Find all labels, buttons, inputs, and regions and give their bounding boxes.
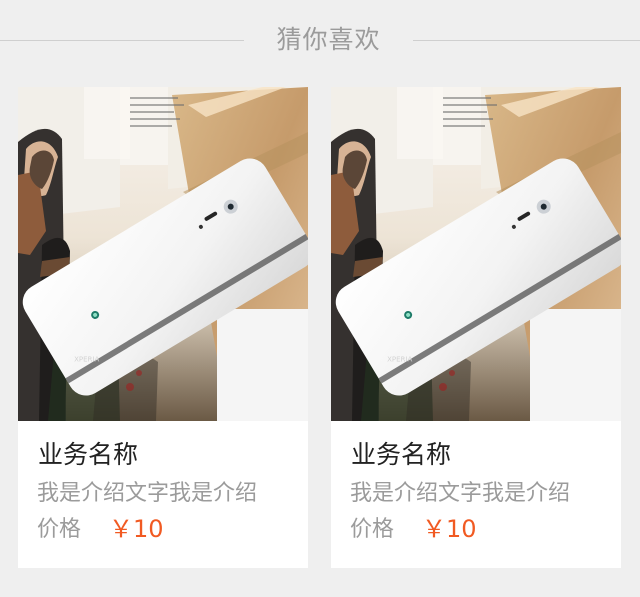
price-row: 价格 ￥10 bbox=[37, 513, 287, 547]
price-label: 价格 bbox=[37, 517, 82, 542]
product-description: 我是介绍文字我是介绍 bbox=[350, 481, 571, 506]
svg-text:XPERIA: XPERIA bbox=[387, 355, 412, 363]
price-value: ￥10 bbox=[109, 515, 164, 543]
section-title: 猜你喜欢 bbox=[276, 25, 381, 54]
product-name: 业务名称 bbox=[351, 440, 452, 469]
price-row: 价格 ￥10 bbox=[350, 513, 600, 547]
price-value: ￥10 bbox=[422, 515, 477, 543]
product-grid: XPERIA 业务名称 我是介绍文字我是介绍 价格 ￥10 XPERIA 业务名… bbox=[0, 87, 640, 568]
product-description: 我是介绍文字我是介绍 bbox=[37, 481, 258, 506]
product-card[interactable]: XPERIA 业务名称 我是介绍文字我是介绍 价格 ￥10 bbox=[18, 87, 308, 568]
product-info: 业务名称 我是介绍文字我是介绍 价格 ￥10 bbox=[18, 421, 308, 568]
product-name: 业务名称 bbox=[38, 440, 139, 469]
section-divider-right bbox=[413, 40, 640, 41]
recommendation-page: 猜你喜欢 XPERIA 业务名称 我是介绍文字我是介绍 价格 ￥10 XPERI… bbox=[0, 0, 640, 597]
svg-text:XPERIA: XPERIA bbox=[74, 355, 99, 363]
product-card[interactable]: XPERIA 业务名称 我是介绍文字我是介绍 价格 ￥10 bbox=[331, 87, 621, 568]
product-info: 业务名称 我是介绍文字我是介绍 价格 ￥10 bbox=[331, 421, 621, 568]
price-label: 价格 bbox=[350, 517, 395, 542]
section-divider-left bbox=[0, 40, 244, 41]
product-image[interactable]: XPERIA bbox=[18, 87, 308, 421]
section-header: 猜你喜欢 bbox=[0, 0, 640, 82]
product-image[interactable]: XPERIA bbox=[331, 87, 621, 421]
